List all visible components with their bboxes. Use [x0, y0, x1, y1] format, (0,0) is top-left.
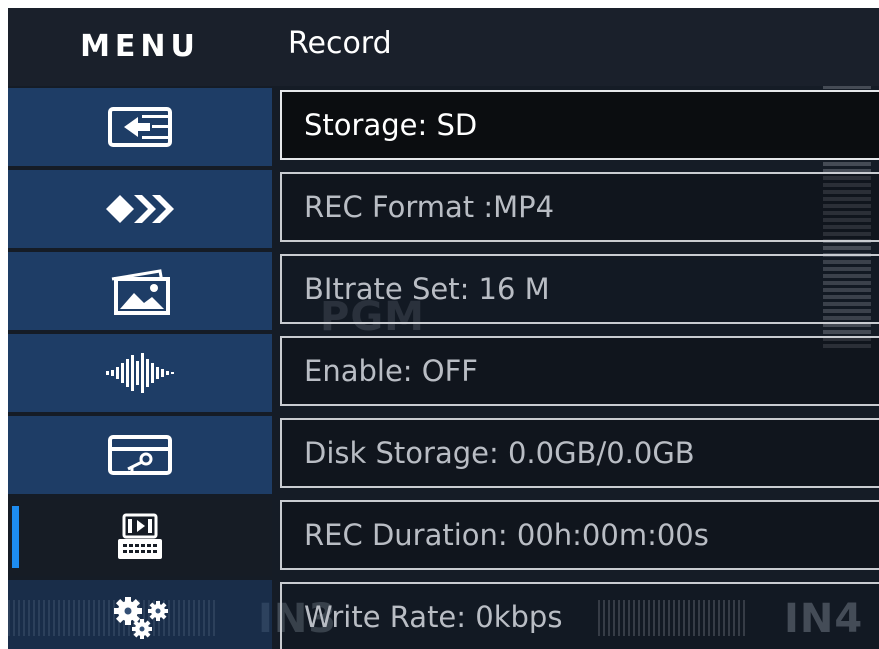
disk-storage-setting[interactable]: Disk Storage: 0.0GB/0.0GB [280, 418, 879, 488]
setting-label: BItrate Set: 16 M [304, 272, 550, 306]
setting-label: REC Format :MP4 [304, 190, 555, 224]
sidebar-item-pictures[interactable] [8, 252, 272, 330]
setting-label: Write Rate: 0kbps [304, 600, 563, 634]
record-sd-icon [118, 513, 162, 559]
sidebar-item-transition[interactable] [8, 170, 272, 248]
active-indicator [12, 506, 19, 568]
setting-label: REC Duration: 00h:00m:00s [304, 518, 709, 552]
sidebar-item-record[interactable] [8, 498, 272, 576]
sidebar-item-key[interactable] [8, 416, 272, 494]
settings-gears-icon [114, 597, 168, 639]
bitrate-setting[interactable]: BItrate Set: 16 M [280, 254, 879, 324]
rec-duration-setting[interactable]: REC Duration: 00h:00m:00s [280, 500, 879, 570]
sidebar-item-input[interactable] [8, 88, 272, 166]
audio-waveform-icon [106, 353, 174, 393]
menu-header: MENU Record [8, 8, 879, 86]
key-card-icon [108, 435, 172, 475]
setting-label: Enable: OFF [304, 354, 478, 388]
menu-title: MENU [80, 29, 200, 64]
picture-gallery-icon [111, 269, 170, 315]
write-rate-setting[interactable]: Write Rate: 0kbps [280, 582, 879, 649]
setting-label: Storage: SD [304, 108, 478, 142]
input-switch-icon [108, 107, 172, 147]
section-title: Record [288, 26, 392, 61]
rec-format-setting[interactable]: REC Format :MP4 [280, 172, 879, 242]
setting-label: Disk Storage: 0.0GB/0.0GB [304, 436, 695, 470]
enable-setting[interactable]: Enable: OFF [280, 336, 879, 406]
storage-setting[interactable]: Storage: SD [280, 90, 879, 160]
sidebar-item-audio[interactable] [8, 334, 272, 412]
transition-chevrons-icon [106, 195, 174, 223]
record-menu-screen: PGM IN3 IN4 MENU Record Storage: SD REC … [8, 8, 879, 649]
sidebar-item-settings[interactable] [8, 580, 272, 649]
